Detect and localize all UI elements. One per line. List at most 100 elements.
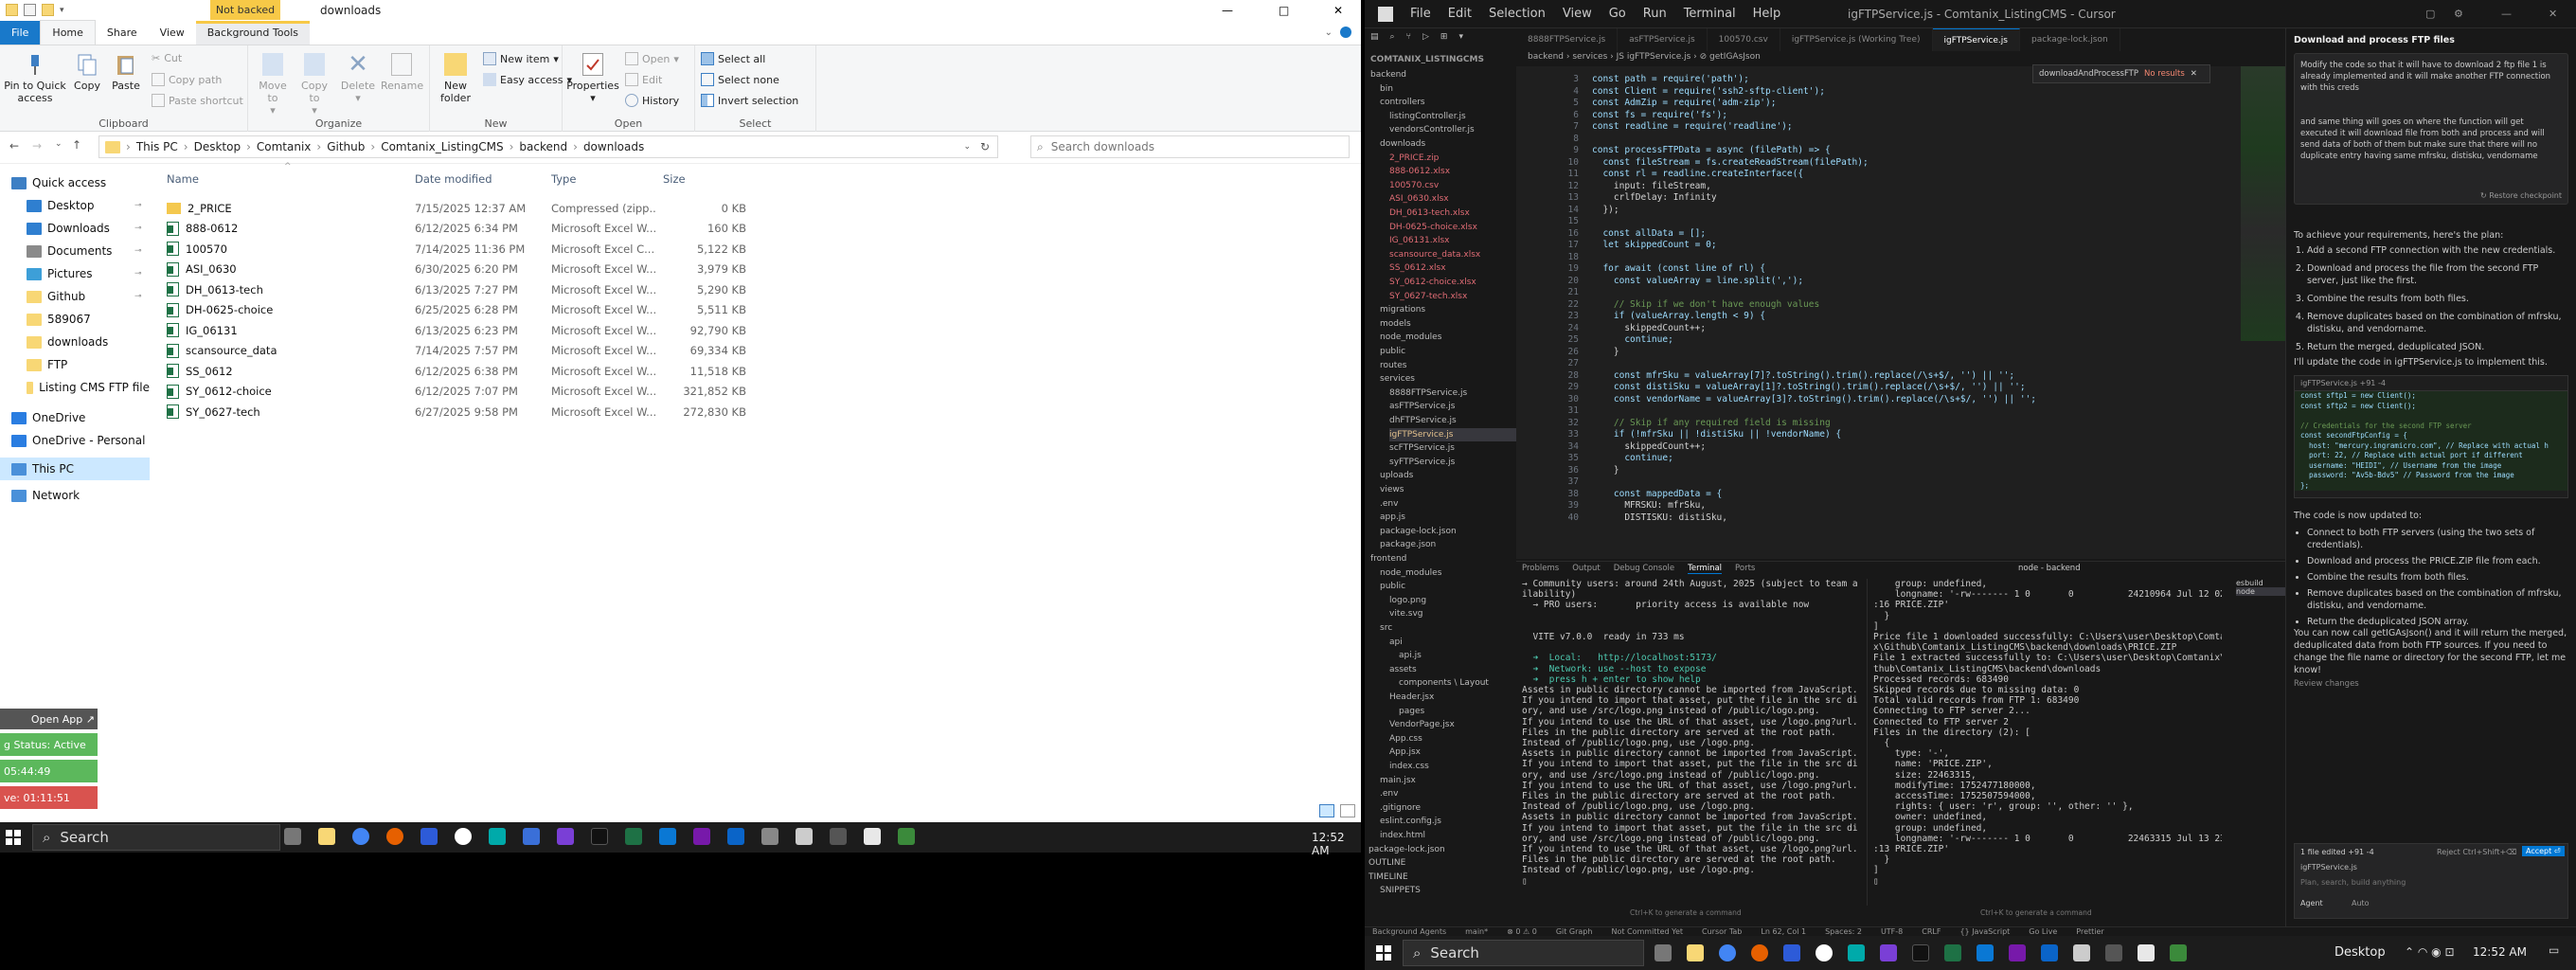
debug-icon[interactable]: ▷ — [1422, 32, 1429, 42]
file-explorer-icon[interactable] — [318, 828, 335, 845]
sidebar-item[interactable]: package.json — [1380, 538, 1436, 551]
nav-item-onedrive-personal[interactable]: OneDrive - Personal — [0, 429, 150, 452]
sidebar-item[interactable]: logo.png — [1389, 594, 1426, 607]
breadcrumb-project[interactable]: Comtanix_ListingCMS — [381, 140, 503, 153]
app-icon[interactable] — [864, 828, 881, 845]
nav-item-downloads[interactable]: Downloads ⊸ — [0, 217, 150, 240]
editor-tab[interactable]: 100570.csv — [1708, 28, 1780, 51]
sidebar-item[interactable]: IG_06131.xlsx — [1389, 234, 1449, 247]
open-app-button[interactable]: Open App ↗ — [0, 709, 98, 729]
code-editor[interactable]: 3 const path = require('path'); 4 const Cli… — [1516, 64, 2302, 559]
properties-button[interactable]: Properties ▾ — [566, 53, 619, 104]
sidebar-item[interactable]: .env — [1380, 787, 1398, 800]
chevron-down-icon[interactable]: ⌄ — [963, 142, 971, 152]
search-box[interactable]: ⌕ Search downloads — [1030, 135, 1350, 158]
app-icon[interactable] — [830, 828, 847, 845]
edge-icon[interactable] — [489, 828, 506, 845]
excel-icon[interactable] — [625, 828, 642, 845]
breadcrumb-backend[interactable]: backend — [519, 140, 567, 153]
status-item[interactable]: CRLF — [1922, 927, 1941, 936]
delete-button[interactable]: ✕ Delete ▾ — [339, 52, 377, 104]
sidebar-item[interactable]: SS_0612.xlsx — [1389, 261, 1446, 275]
app-icon[interactable] — [1880, 944, 1897, 961]
back-arrow-icon[interactable]: ← — [9, 139, 19, 153]
settings-icon[interactable] — [796, 828, 813, 845]
restore-checkpoint-button[interactable]: ↻ Restore checkpoint — [2480, 191, 2562, 200]
windows-start-icon[interactable] — [6, 830, 21, 845]
edited-file-chip[interactable]: igFTPService.js — [2300, 863, 2357, 871]
file-row[interactable]: ASI_0630 6/30/2025 6:20 PM Microsoft Excel… — [167, 260, 886, 279]
tab-share[interactable]: Share — [96, 21, 149, 45]
taskbar-clock[interactable]: 12:52 AM — [1312, 831, 1361, 857]
sidebar-item[interactable]: migrations — [1380, 303, 1425, 316]
sidebar-item[interactable]: eslint.config.js — [1380, 815, 1441, 828]
pin-button[interactable]: Pin to Quick access — [4, 53, 66, 104]
layout-icon[interactable]: ▢ — [2425, 8, 2435, 20]
paste-button[interactable]: Paste — [106, 53, 146, 92]
edit-button[interactable]: Edit — [625, 73, 662, 86]
copy-to-button[interactable]: Copy to ▾ — [295, 53, 333, 117]
status-item[interactable]: main* — [1465, 927, 1488, 936]
breadcrumb-this-pc[interactable]: This PC — [136, 140, 178, 153]
column-type[interactable]: Type — [551, 172, 576, 186]
model-dropdown[interactable]: Auto — [2352, 899, 2370, 907]
sidebar-item[interactable]: routes — [1380, 359, 1406, 372]
file-row[interactable]: IG_06131 6/13/2025 6:23 PM Microsoft Excel… — [167, 320, 886, 340]
new-item-button[interactable]: New item ▾ — [483, 52, 559, 65]
status-item[interactable]: Go Live — [2029, 927, 2057, 936]
sidebar-item[interactable]: package-lock.json — [1380, 525, 1457, 538]
status-item[interactable]: Git Graph — [1556, 927, 1593, 936]
sidebar-item[interactable]: bin — [1380, 82, 1393, 96]
nav-item-desktop[interactable]: Desktop ⊸ — [0, 194, 150, 217]
gear-icon[interactable]: ⚙ — [2454, 8, 2463, 20]
taskbar-search-box[interactable]: ⌕ Search — [1403, 940, 1644, 966]
excel-icon[interactable] — [1944, 944, 1961, 961]
sidebar-item[interactable]: App.jsx — [1389, 745, 1421, 759]
task-view-icon[interactable] — [1655, 944, 1672, 961]
tab-view[interactable]: View — [149, 21, 196, 45]
file-row[interactable]: SY_0612-choice 6/12/2025 7:07 PM Microsoft… — [167, 382, 886, 402]
tab-background-tools[interactable]: Background Tools — [195, 20, 310, 45]
nav-item-onedrive[interactable]: OneDrive — [0, 406, 150, 429]
file-row[interactable]: 888-0612 6/12/2025 6:34 PM Microsoft Excel… — [167, 219, 886, 239]
files-edited[interactable]: 1 file edited +91 -4 — [2300, 848, 2374, 856]
file-row[interactable]: SY_0627-tech 6/27/2025 9:58 PM Microsoft E… — [167, 402, 886, 422]
app-icon[interactable] — [1816, 944, 1833, 961]
sidebar-item[interactable]: src — [1380, 621, 1392, 635]
refresh-icon[interactable]: ↻ — [980, 140, 990, 153]
search-icon[interactable]: ⌕ — [1390, 32, 1395, 42]
sidebar-item[interactable]: api.js — [1399, 649, 1422, 662]
new-folder-icon[interactable] — [42, 4, 54, 16]
editor-breadcrumb[interactable]: backend › services › JS igFTPService.js … — [1528, 52, 1761, 62]
outlook-icon[interactable] — [2041, 944, 2058, 961]
app-icon[interactable] — [761, 828, 778, 845]
tab-home[interactable]: Home — [40, 20, 96, 45]
editor-tab[interactable]: package-lock.json — [2020, 28, 2120, 51]
firefox-icon[interactable] — [1751, 944, 1768, 961]
copy-button[interactable]: Copy — [68, 53, 106, 92]
app-icon[interactable] — [2138, 944, 2155, 961]
nav-item-this-pc[interactable]: This PC — [0, 458, 150, 480]
edge-icon[interactable] — [1848, 944, 1865, 961]
terminal-right[interactable]: group: undefined, longname: '-rw------- … — [1867, 579, 2222, 906]
tab-file[interactable]: File — [0, 20, 41, 45]
breadcrumb-github[interactable]: Github — [327, 140, 365, 153]
sidebar-item[interactable]: controllers — [1380, 96, 1425, 109]
accept-button[interactable]: Accept ⏎ — [2522, 846, 2565, 856]
recent-locations-chevron-icon[interactable]: ⌄ — [55, 139, 63, 149]
sidebar-item[interactable]: OUTLINE — [1368, 856, 1405, 870]
editor-tab[interactable]: asFTPService.js — [1618, 28, 1708, 51]
sidebar-item[interactable]: igFTPService.js — [1389, 427, 1531, 441]
cursor-icon[interactable] — [591, 828, 608, 845]
menu-file[interactable]: File — [1410, 7, 1431, 21]
expand-ribbon-icon[interactable]: ⌄ — [1325, 27, 1333, 38]
status-item[interactable]: Not Committed Yet — [1611, 927, 1683, 936]
windows-start-icon[interactable] — [1376, 945, 1391, 961]
open-button[interactable]: Open ▾ — [625, 52, 679, 65]
agent-mode-dropdown[interactable]: Agent — [2300, 899, 2323, 907]
settings-icon[interactable] — [2073, 944, 2090, 961]
status-item[interactable]: Prettier — [2076, 927, 2103, 936]
sidebar-item[interactable]: SNIPPETS — [1380, 884, 1421, 897]
sidebar-item[interactable]: .env — [1380, 497, 1398, 511]
column-size[interactable]: Size — [663, 172, 686, 186]
